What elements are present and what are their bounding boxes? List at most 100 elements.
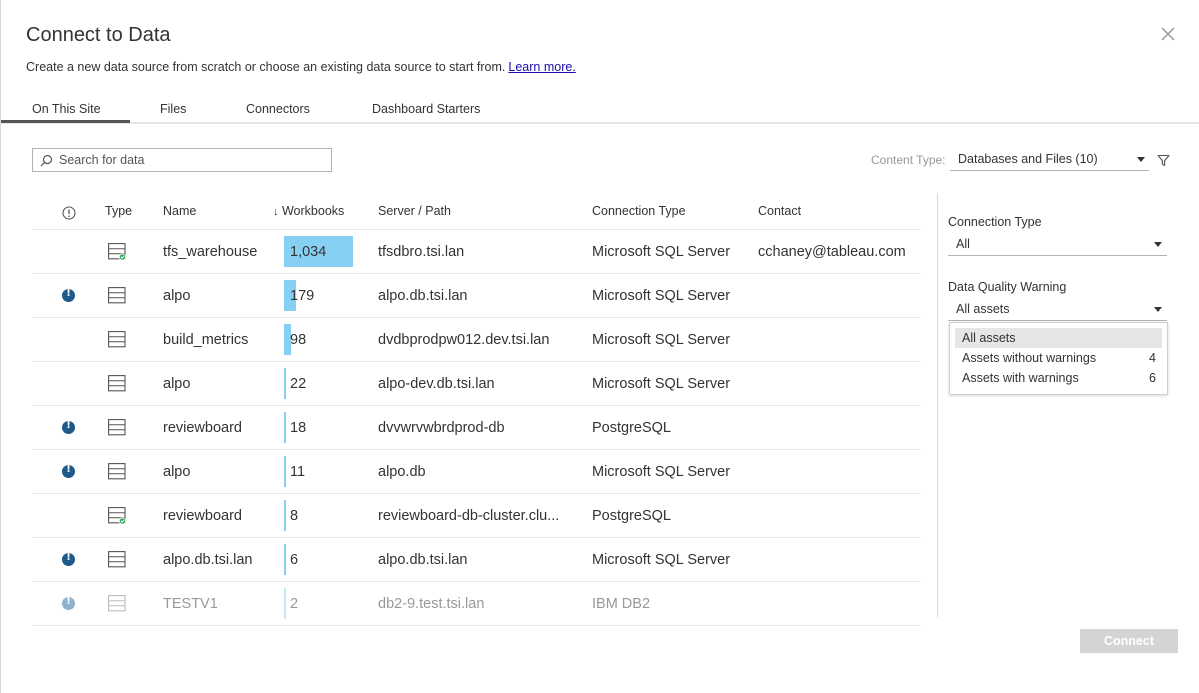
column-header-name[interactable]: Name bbox=[163, 204, 196, 218]
close-icon[interactable] bbox=[1159, 25, 1177, 43]
column-header-workbooks-label: Workbooks bbox=[281, 204, 345, 218]
data-quality-filter-select[interactable]: All assets bbox=[948, 299, 1167, 321]
dropdown-option-count: 6 bbox=[1149, 371, 1156, 385]
row-workbooks: 98 bbox=[290, 332, 307, 348]
tab-dashboard-starters[interactable]: Dashboard Starters bbox=[372, 102, 480, 116]
dropdown-option-all-assets[interactable]: All assets bbox=[955, 328, 1162, 348]
warning-column-icon[interactable] bbox=[62, 206, 76, 220]
content-type-label: Content Type: bbox=[871, 153, 946, 167]
column-header-type[interactable]: Type bbox=[105, 204, 132, 218]
data-quality-filter-label: Data Quality Warning bbox=[948, 280, 1067, 294]
table-row[interactable]: build_metrics 98 dvdbprodpw012.dev.tsi.lan… bbox=[32, 318, 921, 362]
database-icon bbox=[108, 419, 126, 441]
row-server: reviewboard-db-cluster.clu... bbox=[378, 508, 560, 524]
data-quality-filter-value: All assets bbox=[956, 302, 1010, 316]
row-server: alpo.db bbox=[378, 464, 426, 480]
workbooks-bar bbox=[284, 412, 286, 443]
row-connection-type: Microsoft SQL Server bbox=[592, 244, 731, 260]
database-icon bbox=[108, 375, 126, 397]
table-row[interactable]: alpo 22 alpo-dev.db.tsi.lan Microsoft SQL S… bbox=[32, 362, 921, 406]
database-icon bbox=[108, 243, 127, 265]
connection-type-filter-value: All bbox=[956, 237, 970, 251]
row-name: alpo bbox=[163, 376, 191, 392]
sort-descending-icon: ↓ bbox=[273, 206, 279, 218]
row-name: alpo.db.tsi.lan bbox=[163, 552, 253, 568]
tab-on-this-site[interactable]: On This Site bbox=[32, 102, 101, 116]
tab-connectors[interactable]: Connectors bbox=[246, 102, 310, 116]
data-quality-warning-icon[interactable] bbox=[62, 552, 75, 566]
active-tab-indicator bbox=[1, 120, 130, 123]
row-server: alpo.db.tsi.lan bbox=[378, 288, 468, 304]
data-quality-warning-icon[interactable] bbox=[62, 596, 75, 610]
table-row[interactable]: alpo.db.tsi.lan 6 alpo.db.tsi.lan Microsoft… bbox=[32, 538, 921, 582]
row-connection-type: Microsoft SQL Server bbox=[592, 376, 731, 392]
table-row[interactable]: tfs_warehouse 1,034 tfsdbro.tsi.lan Microso… bbox=[32, 230, 921, 274]
tab-bar: On This Site Files Connectors Dashboard … bbox=[1, 96, 1199, 124]
column-header-server[interactable]: Server / Path bbox=[378, 204, 451, 218]
search-box[interactable] bbox=[32, 148, 332, 172]
row-name: build_metrics bbox=[163, 332, 249, 348]
dropdown-option-label: Assets without warnings bbox=[962, 351, 1097, 365]
connection-type-filter-label: Connection Type bbox=[948, 215, 1042, 229]
database-icon bbox=[108, 507, 127, 529]
row-workbooks: 18 bbox=[290, 420, 307, 436]
dropdown-option-with-warnings[interactable]: Assets with warnings 6 bbox=[955, 368, 1162, 388]
connect-button[interactable]: Connect bbox=[1080, 629, 1178, 653]
panel-divider bbox=[937, 193, 938, 617]
column-header-workbooks[interactable]: ↓ Workbooks bbox=[273, 204, 344, 218]
data-quality-warning-icon[interactable] bbox=[62, 420, 75, 434]
row-name: tfs_warehouse bbox=[163, 244, 258, 260]
filter-icon[interactable] bbox=[1157, 154, 1170, 167]
row-connection-type: PostgreSQL bbox=[592, 508, 671, 524]
row-server: dvdbprodpw012.dev.tsi.lan bbox=[378, 332, 550, 348]
search-input[interactable] bbox=[59, 151, 327, 169]
dropdown-option-count: 4 bbox=[1149, 351, 1156, 365]
row-connection-type: Microsoft SQL Server bbox=[592, 552, 731, 568]
learn-more-link[interactable]: Learn more. bbox=[508, 60, 575, 74]
row-workbooks: 6 bbox=[290, 552, 299, 568]
dropdown-option-without-warnings[interactable]: Assets without warnings 4 bbox=[955, 348, 1162, 368]
row-server: tfsdbro.tsi.lan bbox=[378, 244, 465, 260]
table-row[interactable]: alpo 11 alpo.db Microsoft SQL Server bbox=[32, 450, 921, 494]
row-connection-type: Microsoft SQL Server bbox=[592, 464, 731, 480]
dropdown-option-label: All assets bbox=[962, 331, 1016, 345]
content-type-select[interactable]: Databases and Files (10) bbox=[950, 148, 1149, 171]
data-quality-warning-icon[interactable] bbox=[62, 288, 75, 302]
connect-to-data-dialog: Connect to Data Create a new data source… bbox=[0, 0, 1199, 693]
table-row[interactable]: alpo 179 alpo.db.tsi.lan Microsoft SQL Serv… bbox=[32, 274, 921, 318]
row-workbooks: 179 bbox=[290, 288, 315, 304]
row-server: alpo-dev.db.tsi.lan bbox=[378, 376, 495, 392]
data-sources-table: Type Name ↓ Workbooks Server / Path Conn… bbox=[32, 193, 921, 626]
row-connection-type: Microsoft SQL Server bbox=[592, 288, 731, 304]
table-row[interactable]: reviewboard 8 reviewboard-db-cluster.clu..… bbox=[32, 494, 921, 538]
row-workbooks: 1,034 bbox=[290, 244, 327, 260]
row-workbooks: 22 bbox=[290, 376, 307, 392]
chevron-down-icon bbox=[1137, 157, 1145, 162]
row-name: TESTV1 bbox=[163, 596, 218, 612]
row-contact[interactable]: cchaney@tableau.com bbox=[758, 244, 906, 260]
workbooks-bar bbox=[284, 500, 286, 531]
workbooks-bar bbox=[284, 588, 286, 619]
database-icon bbox=[108, 551, 126, 573]
data-quality-warning-icon[interactable] bbox=[62, 464, 75, 478]
database-icon bbox=[108, 287, 126, 309]
column-header-contact[interactable]: Contact bbox=[758, 204, 801, 218]
content-type-value: Databases and Files (10) bbox=[958, 152, 1098, 166]
dropdown-option-label: Assets with warnings bbox=[962, 371, 1079, 385]
table-row[interactable]: reviewboard 18 dvvwrvwbrdprod-db PostgreSQL bbox=[32, 406, 921, 450]
workbooks-bar bbox=[284, 368, 286, 399]
database-icon bbox=[108, 331, 126, 353]
tab-files[interactable]: Files bbox=[160, 102, 186, 116]
connection-type-filter-select[interactable]: All bbox=[948, 234, 1167, 256]
row-name: reviewboard bbox=[163, 508, 242, 524]
row-connection-type: IBM DB2 bbox=[592, 596, 651, 612]
workbooks-bar bbox=[284, 456, 286, 487]
chevron-down-icon bbox=[1154, 242, 1162, 247]
table-row[interactable]: TESTV1 2 db2-9.test.tsi.lan IBM DB2 bbox=[32, 582, 921, 626]
column-header-connection-type[interactable]: Connection Type bbox=[592, 204, 686, 218]
subtitle-text: Create a new data source from scratch or… bbox=[26, 60, 506, 74]
row-server: db2-9.test.tsi.lan bbox=[378, 596, 485, 612]
dialog-title: Connect to Data bbox=[26, 24, 171, 46]
chevron-down-icon bbox=[1154, 307, 1162, 312]
row-connection-type: PostgreSQL bbox=[592, 420, 671, 436]
